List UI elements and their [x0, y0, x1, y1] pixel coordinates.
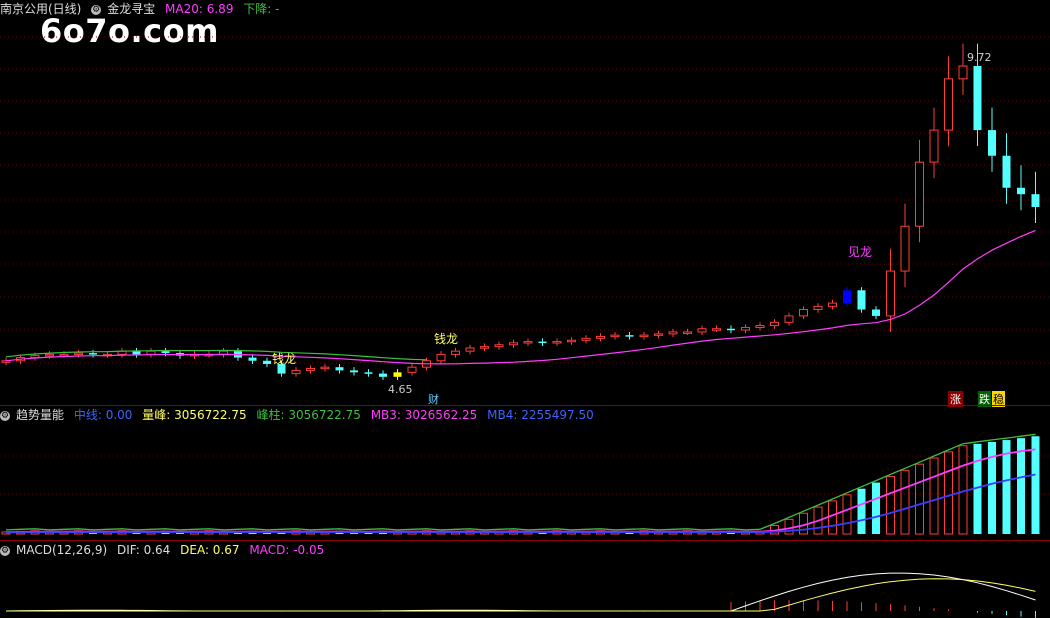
- candle-down: [379, 373, 387, 377]
- candle-up: [683, 331, 692, 334]
- mb4-line: [5, 473, 1036, 534]
- candle-up: [770, 321, 779, 327]
- candle-down: [857, 290, 866, 310]
- macd-histogram: [20, 600, 1036, 618]
- candle-up: [494, 344, 504, 348]
- candle-up: [697, 328, 707, 333]
- macd-chart[interactable]: [0, 541, 1050, 618]
- candle-down: [1017, 187, 1025, 195]
- annotation-qianlong-1: 钱龙: [272, 351, 296, 366]
- volume-bar-up: [828, 500, 837, 535]
- candle-up: [59, 353, 69, 357]
- candle-down: [364, 372, 373, 374]
- mb3-line: [5, 448, 1036, 533]
- candle-up: [451, 350, 460, 355]
- volume-chart[interactable]: [0, 406, 1050, 540]
- candle-up: [799, 309, 808, 317]
- candle-up: [813, 305, 823, 311]
- candle-down: [872, 309, 880, 316]
- candle-down: [161, 351, 170, 354]
- candle-up: [944, 78, 953, 131]
- candle-up: [668, 331, 678, 335]
- candle-down: [727, 328, 735, 331]
- volume-bars: [1, 436, 1040, 535]
- candle-up: [74, 352, 83, 356]
- candle-up: [45, 353, 54, 357]
- candle-up: [407, 366, 417, 373]
- candle-up: [741, 326, 750, 331]
- candle-up: [509, 342, 518, 346]
- candle-up: [712, 328, 721, 331]
- high-label: 9.72: [967, 51, 992, 64]
- volume-bar-up: [900, 469, 910, 535]
- candle-up: [436, 353, 446, 362]
- candle-up: [146, 350, 156, 355]
- candle-up: [929, 129, 939, 163]
- candle-up: [523, 341, 533, 344]
- candle-up: [915, 161, 924, 227]
- candle-down: [1002, 155, 1011, 188]
- candle-up: [654, 333, 663, 336]
- candle-up: [465, 347, 475, 352]
- dif-line: [5, 572, 1036, 612]
- volume-bar-up: [886, 475, 895, 535]
- candle-down: [132, 351, 141, 355]
- volume-bar-up: [842, 494, 852, 535]
- price-chart[interactable]: 9.72 4.65 钱龙 钱龙 见龙: [0, 0, 1050, 405]
- candle-up: [552, 341, 562, 344]
- candle-down: [1031, 194, 1040, 207]
- candle-up: [291, 369, 301, 375]
- candle-down: [973, 66, 982, 131]
- candle-up: [828, 302, 837, 307]
- candle-up: [900, 225, 910, 272]
- volume-bar-up: [929, 457, 939, 535]
- candle-up: [596, 335, 605, 339]
- candle-up: [958, 65, 968, 80]
- volume-bar-down: [1031, 436, 1040, 534]
- low-label: 4.65: [388, 383, 413, 396]
- volume-panel: ⚙ 趋势量能 中线: 0.00 量峰: 3056722.75 峰柱: 305672…: [0, 406, 1050, 540]
- candle-up: [610, 334, 620, 338]
- candle-up: [784, 315, 794, 323]
- candle-down: [393, 372, 402, 377]
- volume-bar-up: [915, 463, 924, 535]
- volume-bar-down: [857, 488, 866, 534]
- volume-bar-up: [944, 451, 953, 535]
- candle-down: [625, 335, 634, 337]
- candle-up: [306, 367, 315, 371]
- candle-down: [89, 353, 97, 355]
- candle-down: [335, 367, 344, 371]
- candle-up: [886, 270, 895, 317]
- candle-down: [350, 370, 358, 373]
- candle-up: [581, 337, 591, 341]
- candle-up: [320, 366, 330, 370]
- annotation-jianlong: 见龙: [848, 245, 872, 259]
- volume-bar-down: [872, 482, 880, 534]
- candle-up: [567, 339, 576, 343]
- macd-panel: ⚙ MACD(12,26,9) DIF: 0.64 DEA: 0.67 MACD:…: [0, 541, 1050, 618]
- annotation-qianlong-2: 钱龙: [434, 331, 458, 346]
- candle-down: [263, 360, 271, 364]
- candle-down: [248, 357, 257, 361]
- candle-up: [480, 346, 489, 349]
- candle-down: [538, 341, 547, 344]
- volume-grid: [0, 455, 1050, 495]
- price-panel: 南京公用(日线) ⚙ 金龙寻宝 MA20: 6.89 下降: - 6o7o.com…: [0, 0, 1050, 407]
- candle-up: [755, 325, 765, 328]
- dea-line: [6, 578, 1036, 612]
- candle-up: [639, 334, 649, 338]
- candle-down: [843, 290, 851, 304]
- candle-down: [988, 130, 996, 156]
